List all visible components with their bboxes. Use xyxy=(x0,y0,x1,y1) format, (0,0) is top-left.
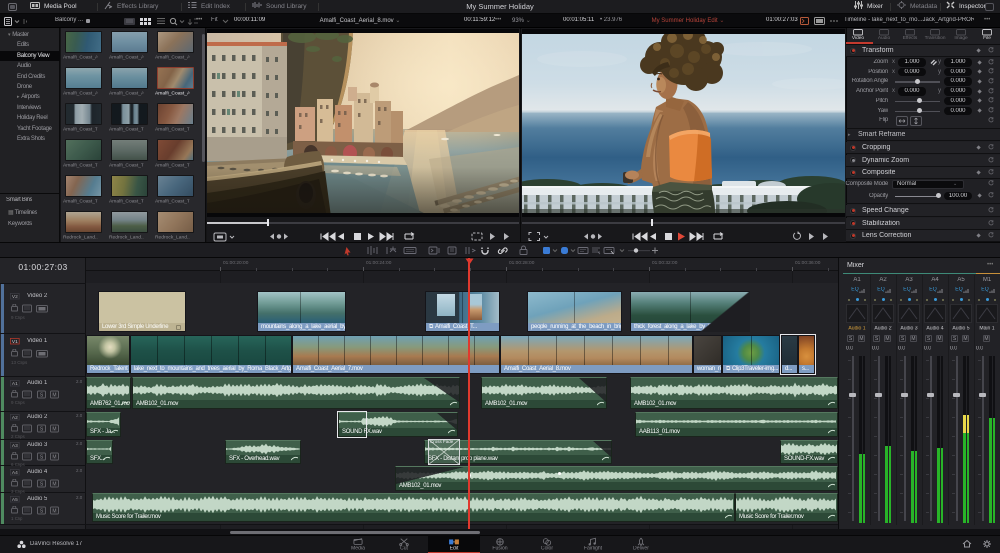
svg-text:M: M xyxy=(52,427,56,433)
svg-text:M: M xyxy=(52,455,56,461)
svg-text:M: M xyxy=(52,509,56,515)
svg-text:M: M xyxy=(52,393,56,399)
svg-text:M: M xyxy=(52,482,56,488)
